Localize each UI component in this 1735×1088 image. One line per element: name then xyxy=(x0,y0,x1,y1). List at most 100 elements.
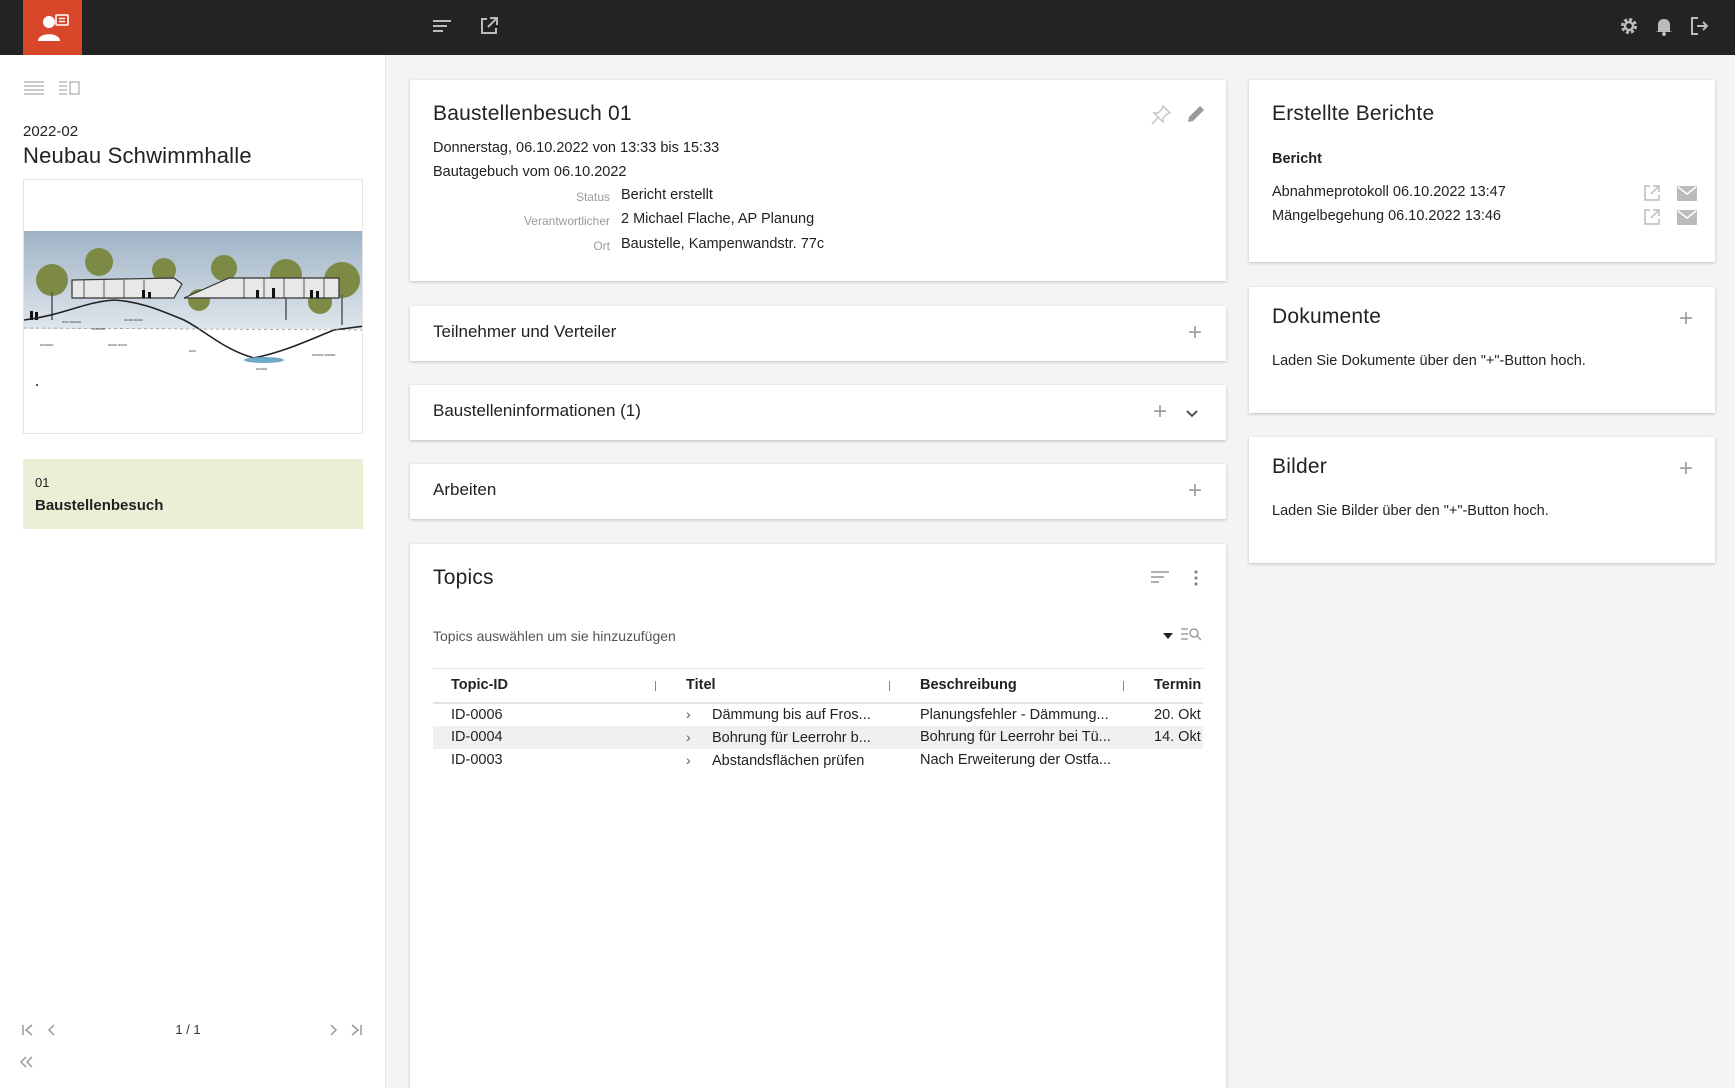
location-label: Ort xyxy=(593,239,610,253)
svg-text:ooooo: ooooo xyxy=(256,366,268,371)
pencil-icon[interactable] xyxy=(1186,104,1206,129)
responsible-value: 2 Michael Flache, AP Planung xyxy=(621,211,815,227)
project-code: 2022-02 xyxy=(23,123,79,140)
reports-title: Erstellte Berichte xyxy=(1272,102,1435,125)
page-indicator: 1 / 1 xyxy=(175,1022,201,1037)
open-external-icon[interactable] xyxy=(1643,208,1661,231)
dropdown-arrow-icon[interactable] xyxy=(1162,628,1174,646)
topic-description: Nach Erweiterung der Ostfa... xyxy=(920,752,1111,768)
pager: 1 / 1 xyxy=(18,1020,368,1042)
report-item[interactable]: Abnahmeprotokoll 06.10.2022 13:47 xyxy=(1272,184,1506,200)
reports-heading: Bericht xyxy=(1272,151,1322,167)
documents-hint: Laden Sie Dokumente über den "+"-Button … xyxy=(1272,353,1586,369)
chevron-right-icon[interactable]: › xyxy=(686,729,712,745)
open-external-icon[interactable] xyxy=(1643,184,1661,207)
mail-icon[interactable] xyxy=(1677,210,1697,230)
reports-card: Erstellte Berichte Bericht Abnahmeprotok… xyxy=(1249,80,1715,262)
last-page-icon[interactable] xyxy=(346,1020,366,1040)
topics-select-hint[interactable]: Topics auswählen um sie hinzuzufügen xyxy=(433,628,676,644)
topics-table: Topic-ID Titel Beschreibung Termin ID-00… xyxy=(433,668,1203,772)
topic-description: Planungsfehler - Dämmung... xyxy=(920,706,1109,723)
bell-icon[interactable] xyxy=(1652,14,1676,38)
chevron-right-icon[interactable]: › xyxy=(686,752,712,768)
images-title: Bilder xyxy=(1272,455,1327,478)
filter-search-icon[interactable] xyxy=(1180,626,1202,647)
topic-id: ID-0003 xyxy=(451,752,503,768)
plus-icon[interactable]: + xyxy=(1188,321,1202,345)
sort-icon[interactable] xyxy=(1150,570,1170,589)
topic-description: Bohrung für Leerrohr bei Tü... xyxy=(902,725,1136,749)
works-title: Arbeiten xyxy=(433,480,497,499)
svg-text:ooooo ooooo: ooooo ooooo xyxy=(312,352,336,357)
logout-icon[interactable] xyxy=(1687,14,1711,38)
app-logo[interactable] xyxy=(23,0,82,55)
topics-title: Topics xyxy=(433,566,494,589)
pin-icon[interactable] xyxy=(1150,104,1172,131)
collapse-sidebar-icon[interactable] xyxy=(18,1053,40,1073)
column-header-topic-id[interactable]: Topic-ID xyxy=(433,668,668,704)
top-bar xyxy=(0,0,1735,55)
project-image[interactable]: ooo ooooo oooooo oooo oooo oooooo oooo oooo… xyxy=(23,179,363,434)
svg-text:oooooo: oooooo xyxy=(40,342,54,347)
topic-title: Dämmung bis auf Fros... xyxy=(712,707,871,723)
status-value: Bericht erstellt xyxy=(621,187,713,203)
column-header-title[interactable]: Titel xyxy=(668,668,902,704)
topic-date xyxy=(1136,749,1203,772)
mail-icon[interactable] xyxy=(1677,186,1697,206)
status-label: Status xyxy=(575,190,610,204)
visit-list-item[interactable]: 01 Baustellenbesuch xyxy=(23,459,363,529)
images-hint: Laden Sie Bilder über den "+"-Button hoc… xyxy=(1272,503,1549,519)
plus-icon[interactable]: + xyxy=(1679,457,1693,481)
split-view-icon[interactable] xyxy=(58,81,82,99)
gear-icon[interactable] xyxy=(1617,14,1641,38)
more-vertical-icon[interactable] xyxy=(1193,569,1199,592)
menu-icon[interactable] xyxy=(430,14,454,38)
svg-text:ooo ooooo: ooo ooooo xyxy=(62,319,82,324)
visit-diary-line: Bautagebuch vom 06.10.2022 xyxy=(433,164,627,180)
open-external-icon[interactable] xyxy=(477,14,501,38)
topic-date: 20. Okt xyxy=(1154,706,1201,723)
svg-text:oooooo: oooooo xyxy=(92,326,106,331)
participants-section[interactable]: Teilnehmer und Verteiler + xyxy=(410,306,1226,361)
works-section[interactable]: Arbeiten + xyxy=(410,464,1226,519)
list-view-icon[interactable] xyxy=(23,81,47,99)
topic-title: Bohrung für Leerrohr b... xyxy=(712,729,871,746)
plus-icon[interactable]: + xyxy=(1153,400,1167,424)
svg-text:oooo oooo: oooo oooo xyxy=(124,317,144,322)
participants-title: Teilnehmer und Verteiler xyxy=(433,322,617,341)
site-info-title: Baustelleninformationen (1) xyxy=(433,401,641,420)
table-row[interactable]: ID-0004 › Bohrung für Leerrohr b... Bohru… xyxy=(433,725,1203,749)
svg-text:ooo: ooo xyxy=(189,348,196,353)
visit-detail-title: Baustellenbesuch 01 xyxy=(433,102,632,125)
chevron-right-icon[interactable]: › xyxy=(686,706,712,722)
column-header-description[interactable]: Beschreibung xyxy=(902,668,1136,704)
report-item[interactable]: Mängelbegehung 06.10.2022 13:46 xyxy=(1272,208,1501,224)
next-page-icon[interactable] xyxy=(323,1020,343,1040)
documents-title: Dokumente xyxy=(1272,305,1382,328)
table-row[interactable]: ID-0006 › Dämmung bis auf Fros... Planung… xyxy=(433,703,1203,726)
first-page-icon[interactable] xyxy=(18,1020,38,1040)
prev-page-icon[interactable] xyxy=(42,1020,62,1040)
visit-detail-card: Baustellenbesuch 01 Donnerstag, 06.10.20… xyxy=(410,80,1226,281)
svg-text:oooo oooo: oooo oooo xyxy=(108,342,128,347)
topic-id: ID-0004 xyxy=(433,725,668,749)
visit-date-line: Donnerstag, 06.10.2022 von 13:33 bis 15:… xyxy=(433,140,720,156)
topic-date: 14. Okt xyxy=(1136,725,1203,749)
project-name: Neubau Schwimmhalle xyxy=(23,143,252,168)
documents-card: Dokumente + Laden Sie Dokumente über den… xyxy=(1249,287,1715,413)
user-card-icon xyxy=(37,13,69,41)
plus-icon[interactable]: + xyxy=(1188,479,1202,503)
column-header-date[interactable]: Termin xyxy=(1136,668,1203,704)
table-row[interactable]: ID-0003 › Abstandsflächen prüfen Nach Erw… xyxy=(433,749,1203,772)
images-card: Bilder + Laden Sie Bilder über den "+"-B… xyxy=(1249,437,1715,563)
visit-number: 01 xyxy=(35,475,50,490)
topic-id: ID-0006 xyxy=(451,706,503,723)
visit-title: Baustellenbesuch xyxy=(35,497,164,514)
plus-icon[interactable]: + xyxy=(1679,307,1693,331)
location-value: Baustelle, Kampenwandstr. 77c xyxy=(621,236,825,252)
project-sidebar: 2022-02 Neubau Schwimmhalle ooo ooooo oo… xyxy=(0,55,386,1088)
chevron-down-icon[interactable] xyxy=(1184,405,1200,426)
site-info-section[interactable]: Baustelleninformationen (1) + xyxy=(410,385,1226,440)
topic-title: Abstandsflächen prüfen xyxy=(712,752,865,769)
topics-card: Topics Topics auswählen um sie hinzuzufü… xyxy=(410,544,1226,1088)
